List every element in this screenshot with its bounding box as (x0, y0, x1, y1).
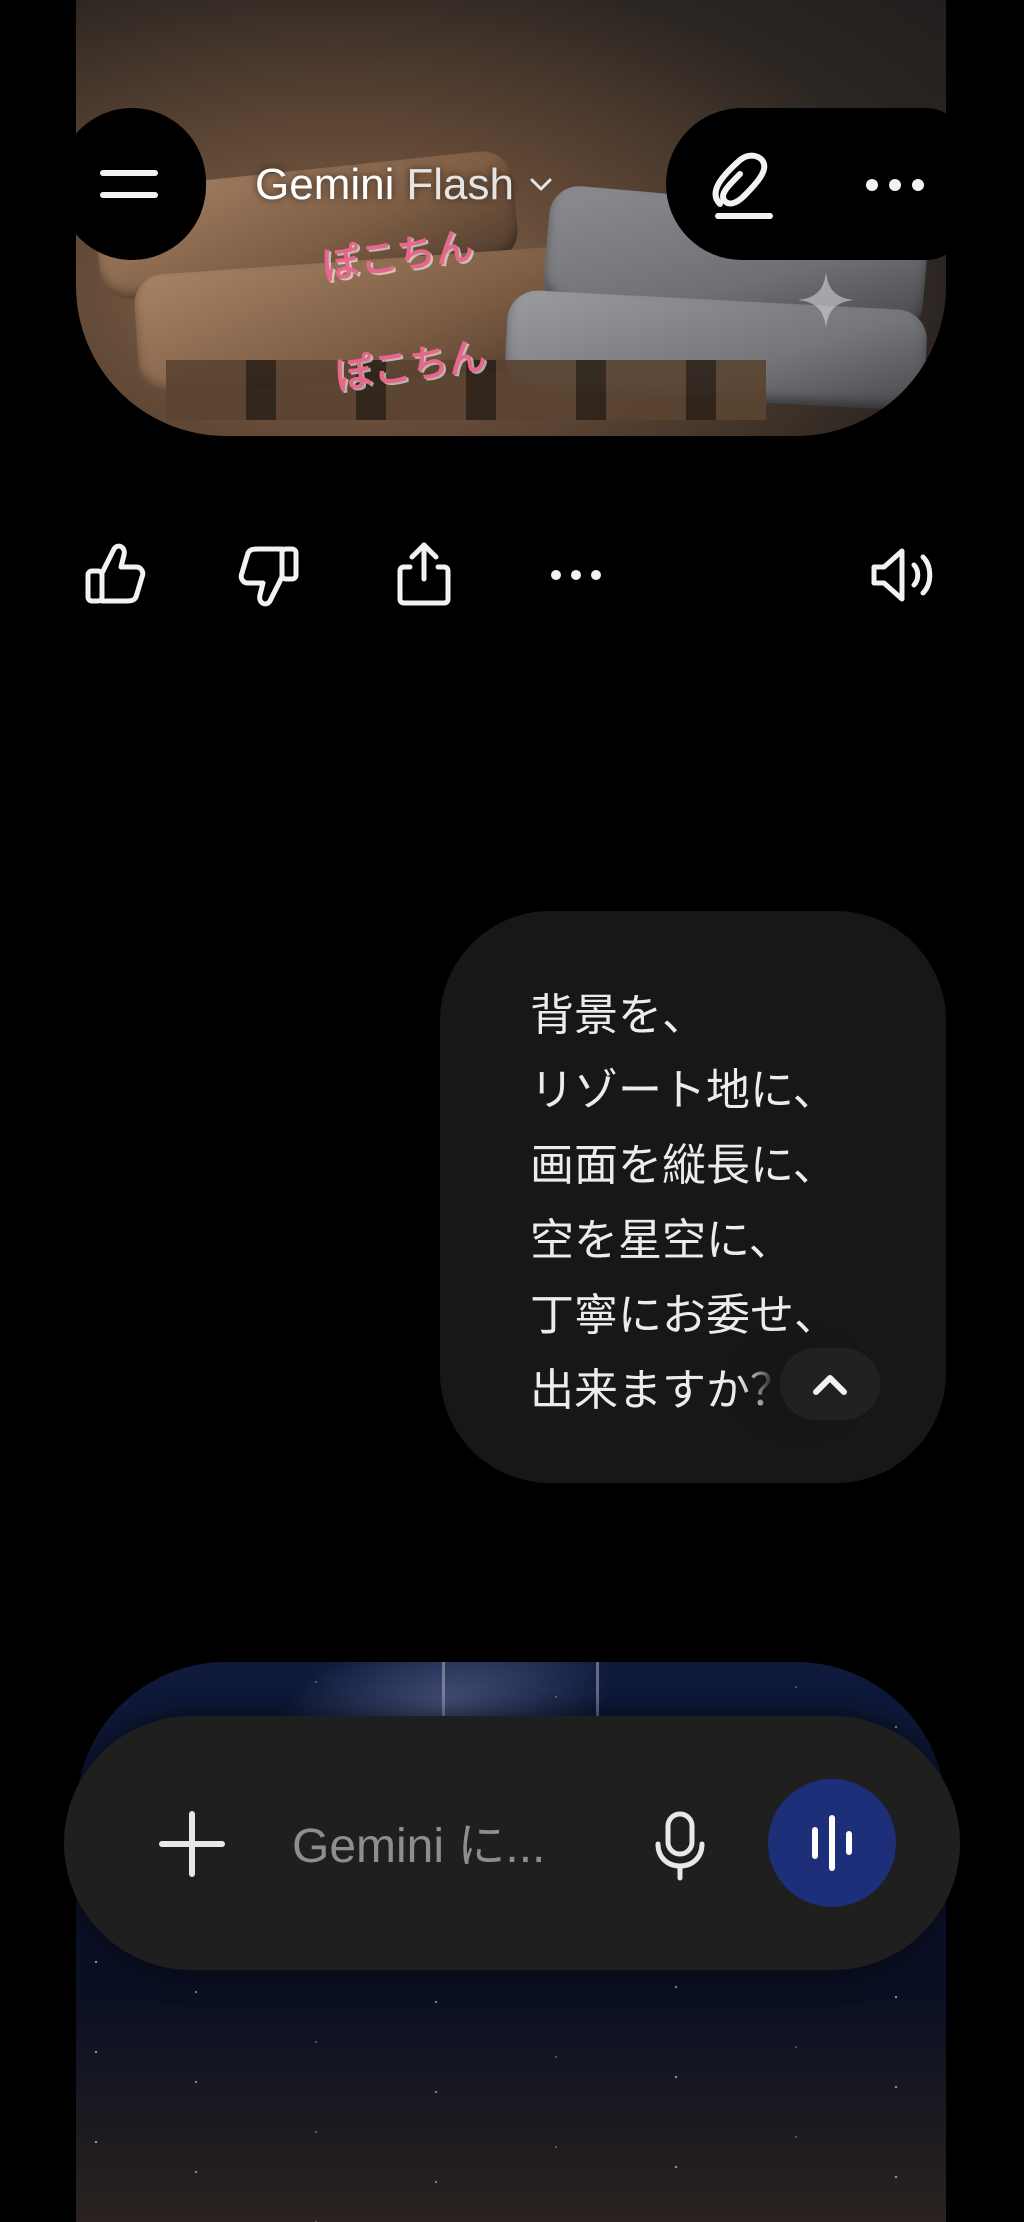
more-response-options-button[interactable] (536, 535, 616, 615)
more-horizontal-icon (551, 570, 601, 580)
new-chat-button[interactable] (700, 146, 788, 226)
menu-button[interactable] (58, 108, 206, 260)
more-options-button[interactable] (860, 160, 930, 210)
model-selector[interactable]: Gemini Flash (255, 160, 554, 210)
plus-icon (159, 1811, 225, 1877)
chevron-up-icon (813, 1375, 847, 1395)
voice-input-button[interactable] (648, 1806, 712, 1886)
more-horizontal-icon (866, 179, 924, 191)
add-attachment-button[interactable] (150, 1802, 234, 1886)
collapse-message-button[interactable] (780, 1348, 880, 1420)
dislike-button[interactable] (230, 535, 310, 615)
microphone-icon (655, 1811, 705, 1881)
like-button[interactable] (74, 535, 154, 615)
prompt-input[interactable] (292, 1808, 622, 1884)
read-aloud-button[interactable] (866, 535, 946, 615)
thumbs-up-icon (85, 543, 146, 604)
gemini-live-button[interactable] (768, 1779, 896, 1907)
share-button[interactable] (384, 535, 464, 615)
chevron-down-icon (530, 178, 552, 191)
share-icon (397, 542, 451, 606)
speaker-icon (871, 548, 933, 602)
edit-pencil-icon (712, 152, 773, 219)
gemini-sparkle-icon (798, 272, 854, 328)
thumbs-down-icon (238, 546, 299, 607)
app-name: Gemini (255, 160, 395, 209)
model-name: Flash (406, 160, 514, 209)
